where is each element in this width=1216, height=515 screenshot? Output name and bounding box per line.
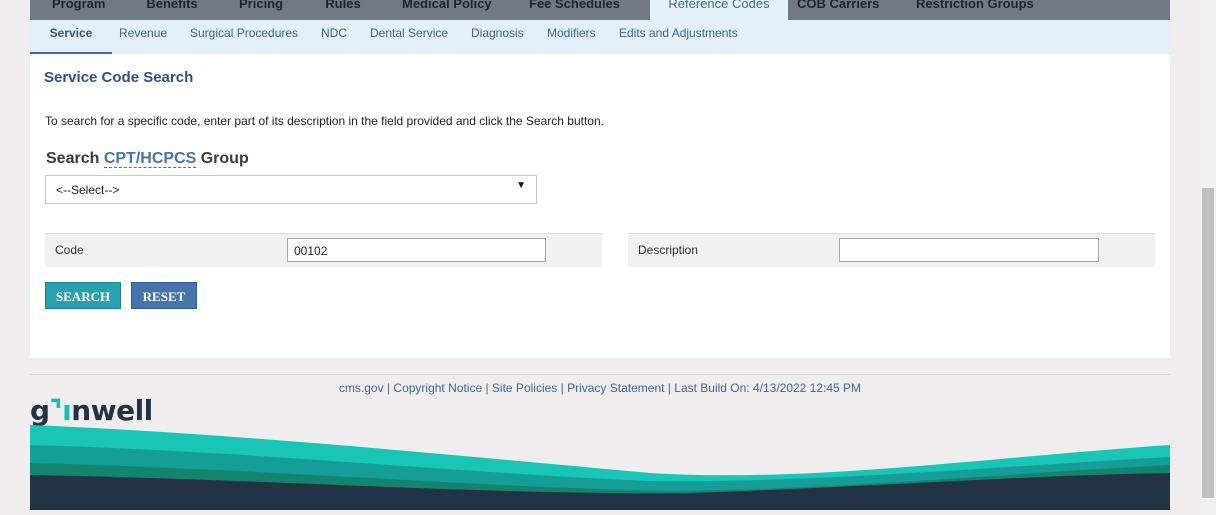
top-nav-item-pricing[interactable]: Pricing <box>239 0 283 20</box>
tab-ndc[interactable]: NDC <box>321 26 347 40</box>
footer-wave <box>30 425 1170 510</box>
footer-link-copyright[interactable]: Copyright Notice <box>393 381 482 395</box>
description-row: Description <box>628 233 1155 267</box>
scrollbar-thumb[interactable] <box>1202 188 1214 498</box>
app-root: Program Benefits Pricing Rules Medical P… <box>0 0 1200 515</box>
footer-link-privacy[interactable]: Privacy Statement <box>567 381 664 395</box>
footer-last-build: Last Build On: 4/13/2022 12:45 PM <box>674 381 862 395</box>
search-suffix: Group <box>200 150 249 167</box>
code-row: Code 00102 <box>45 233 602 267</box>
top-nav: Program Benefits Pricing Rules Medical P… <box>30 0 1170 20</box>
top-nav-item-rules[interactable]: Rules <box>325 0 361 20</box>
footer-link-site-policies[interactable]: Site Policies <box>492 381 557 395</box>
search-prefix: Search <box>46 150 100 167</box>
footer-separator: | <box>664 381 675 395</box>
search-group-label: Search CPT/HCPCS Group <box>46 150 249 168</box>
code-label: Code <box>55 243 84 257</box>
tab-dental-service[interactable]: Dental Service <box>370 26 448 40</box>
page-title: Service Code Search <box>44 69 194 86</box>
chevron-down-icon: ▼ <box>516 180 526 191</box>
footer-separator: | <box>383 381 394 395</box>
vertical-scrollbar[interactable] <box>1200 0 1216 515</box>
intro-text: To search for a specific code, enter par… <box>45 114 604 128</box>
footer-separator: | <box>482 381 492 395</box>
main-content: Service Code Search To search for a spec… <box>30 54 1170 358</box>
description-label: Description <box>638 243 699 257</box>
logo-mark: ⌝ı <box>49 394 72 427</box>
footer-links: cms.gov | Copyright Notice | Site Polici… <box>0 381 1200 395</box>
top-nav-item-restriction-groups[interactable]: Restriction Groups <box>916 0 1034 20</box>
top-nav-item-fee-schedules[interactable]: Fee Schedules <box>529 0 620 20</box>
footer-link-cms[interactable]: cms.gov <box>339 381 384 395</box>
top-nav-item-program[interactable]: Program <box>52 0 105 20</box>
footer-separator: | <box>557 381 568 395</box>
tab-modifiers[interactable]: Modifiers <box>547 26 596 40</box>
top-nav-item-medical-policy[interactable]: Medical Policy <box>402 0 492 20</box>
description-input[interactable] <box>839 238 1099 262</box>
logo-suffix: nwell <box>71 394 153 427</box>
logo-prefix: g <box>30 394 50 427</box>
top-nav-item-cob-carriers[interactable]: COB Carriers <box>797 0 879 20</box>
tab-diagnosis[interactable]: Diagnosis <box>471 26 524 40</box>
search-button[interactable]: SEARCH <box>45 282 121 309</box>
tab-edits-and-adjustments[interactable]: Edits and Adjustments <box>619 26 738 40</box>
group-select-value: <--Select--> <box>56 183 120 197</box>
tab-service[interactable]: Service <box>30 20 112 54</box>
code-input[interactable]: 00102 <box>287 238 546 262</box>
reset-button[interactable]: RESET <box>131 282 197 309</box>
sub-nav: Service Revenue Surgical Procedures NDC … <box>30 20 1170 54</box>
cpt-hcpcs-abbr[interactable]: CPT/HCPCS <box>103 150 197 168</box>
top-nav-item-benefits[interactable]: Benefits <box>146 0 198 20</box>
tab-surgical-procedures[interactable]: Surgical Procedures <box>190 26 298 40</box>
top-nav-item-reference-codes[interactable]: Reference Codes <box>650 0 788 20</box>
gainwell-logo: g⌝ınwell <box>30 394 153 427</box>
tab-revenue[interactable]: Revenue <box>119 26 167 40</box>
footer-divider <box>30 374 1170 375</box>
group-select[interactable]: <--Select--> ▼ <box>45 175 537 204</box>
